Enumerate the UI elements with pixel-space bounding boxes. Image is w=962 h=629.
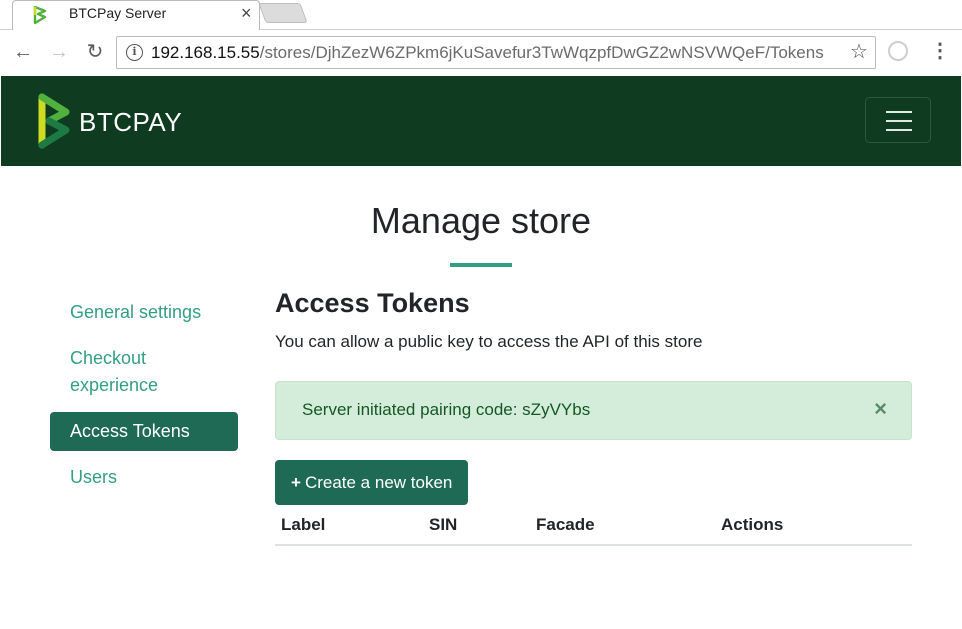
alert-close-icon[interactable]: × — [874, 396, 887, 422]
main-panel: Access Tokens You can allow a public key… — [275, 288, 912, 546]
column-header-label: Label — [281, 515, 326, 534]
btcpay-favicon-icon — [33, 6, 47, 24]
tab-title: BTCPay Server — [69, 5, 167, 21]
forward-arrow-icon[interactable]: → — [46, 39, 72, 65]
create-token-button[interactable]: + Create a new token — [275, 460, 469, 505]
new-tab-button[interactable] — [258, 3, 308, 23]
section-description: You can allow a public key to access the… — [275, 332, 703, 351]
url-text[interactable]: 192.168.15.55/stores/DjhZezW6ZPkm6jKuSav… — [151, 43, 824, 63]
sidebar-item-users[interactable]: Users — [50, 458, 238, 497]
column-header-facade: Facade — [536, 515, 595, 534]
tab-close-icon[interactable]: × — [241, 3, 252, 23]
bookmark-star-icon[interactable]: ☆ — [850, 39, 868, 64]
page-content: Manage store General settings Checkout e… — [1, 166, 961, 629]
page-title: Manage store — [370, 200, 592, 241]
section-title: Access Tokens — [275, 288, 470, 318]
plus-icon: + — [291, 473, 301, 492]
sidebar-item-general-settings[interactable]: General settings — [50, 293, 238, 332]
address-bar[interactable]: i 192.168.15.55/stores/DjhZezW6ZPkm6jKuS… — [116, 36, 876, 69]
url-path: /stores/DjhZezW6ZPkm6jKuSavefur3TwWqzpfD… — [259, 43, 824, 62]
browser-menu-icon[interactable]: ⋮ — [930, 38, 950, 64]
brand-name[interactable]: BTCPAY — [79, 107, 182, 138]
alert-message: Server initiated pairing code: sZyVYbs — [302, 400, 591, 419]
btcpay-logo-icon[interactable] — [37, 93, 71, 149]
back-arrow-icon[interactable]: ← — [10, 39, 36, 65]
browser-tab[interactable]: BTCPay Server × — [12, 0, 260, 31]
sidebar-item-checkout-experience[interactable]: Checkout experience — [50, 339, 200, 405]
site-info-icon[interactable]: i — [126, 44, 143, 61]
tokens-table-header: Label SIN Facade Actions — [275, 505, 912, 546]
store-settings-sidebar: General settings Checkout experience Acc… — [50, 293, 238, 504]
url-host: 192.168.15.55 — [151, 43, 260, 62]
sidebar-item-access-tokens[interactable]: Access Tokens — [50, 412, 238, 451]
extension-icon[interactable] — [888, 41, 908, 61]
browser-toolbar: ← → ↻ i 192.168.15.55/stores/DjhZezW6ZPk… — [0, 30, 962, 76]
title-divider — [450, 263, 512, 267]
app-navbar: BTCPAY — [1, 76, 961, 166]
pairing-code-alert: Server initiated pairing code: sZyVYbs × — [275, 381, 912, 440]
hamburger-menu-icon[interactable] — [865, 97, 931, 143]
column-header-actions: Actions — [721, 515, 784, 534]
browser-tabstrip: BTCPay Server × — [0, 0, 962, 31]
reload-icon[interactable]: ↻ — [82, 39, 108, 65]
column-header-sin: SIN — [429, 515, 458, 534]
create-token-label: Create a new token — [304, 473, 453, 492]
